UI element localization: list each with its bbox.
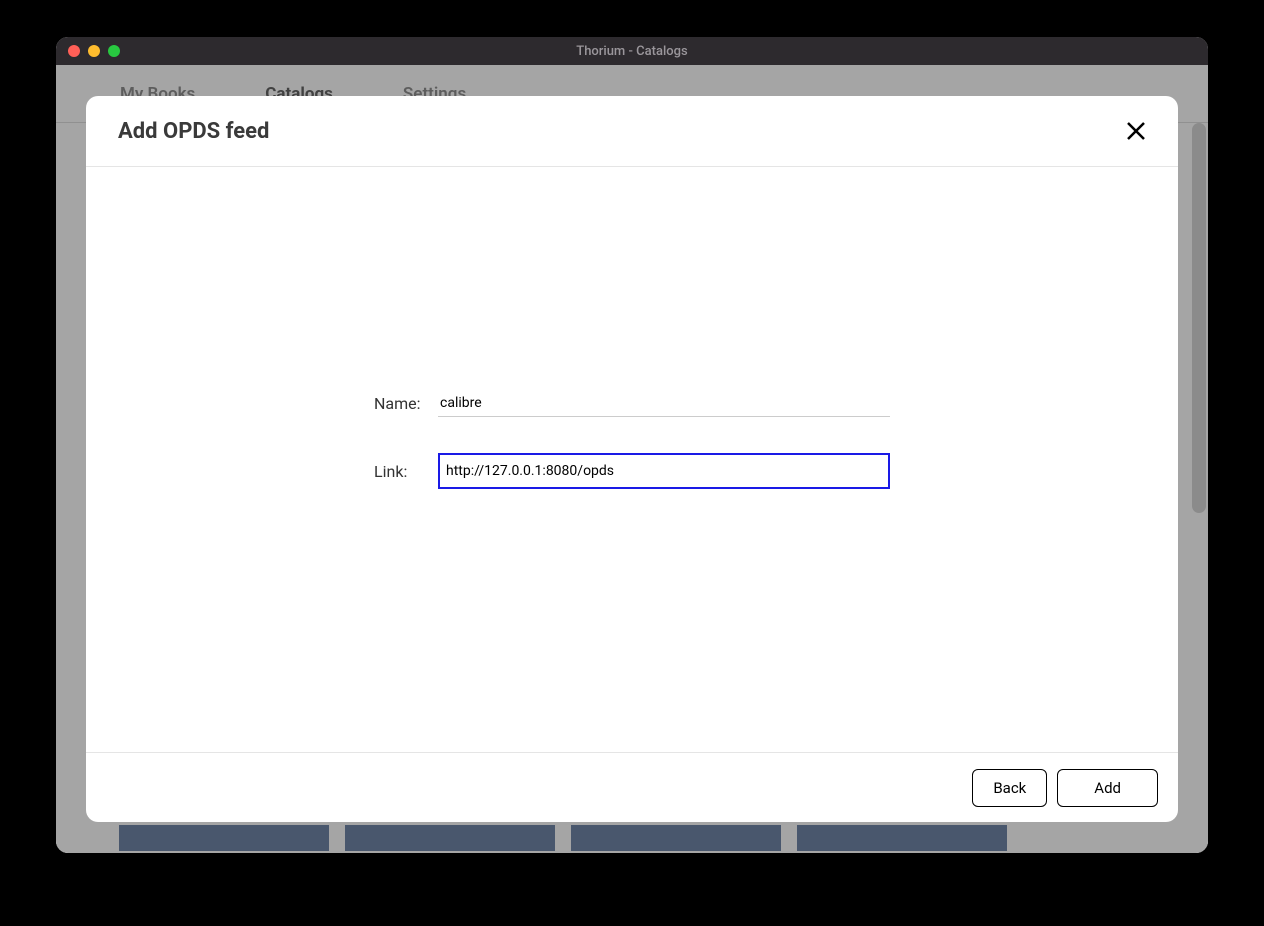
back-button[interactable]: Back	[972, 769, 1047, 807]
window-minimize-button[interactable]	[88, 45, 100, 57]
link-label: Link:	[374, 462, 438, 481]
close-button[interactable]	[1122, 117, 1150, 145]
modal-header: Add OPDS feed	[86, 96, 1178, 167]
window-title: Thorium - Catalogs	[56, 44, 1208, 59]
close-icon	[1124, 119, 1148, 143]
titlebar: Thorium - Catalogs	[56, 37, 1208, 65]
add-button[interactable]: Add	[1057, 769, 1158, 807]
modal-body: Name: Link:	[86, 167, 1178, 752]
link-row: Link:	[374, 453, 890, 489]
window-maximize-button[interactable]	[108, 45, 120, 57]
link-input[interactable]	[438, 453, 890, 489]
add-opds-modal: Add OPDS feed Name: Link: Back Add	[86, 96, 1178, 822]
modal-title: Add OPDS feed	[118, 119, 269, 144]
modal-footer: Back Add	[86, 752, 1178, 822]
window-close-button[interactable]	[68, 45, 80, 57]
name-input[interactable]	[438, 390, 890, 417]
app-window: Thorium - Catalogs My Books Catalogs Set…	[56, 37, 1208, 853]
name-row: Name:	[374, 390, 890, 417]
name-label: Name:	[374, 394, 438, 413]
window-controls	[68, 45, 120, 57]
